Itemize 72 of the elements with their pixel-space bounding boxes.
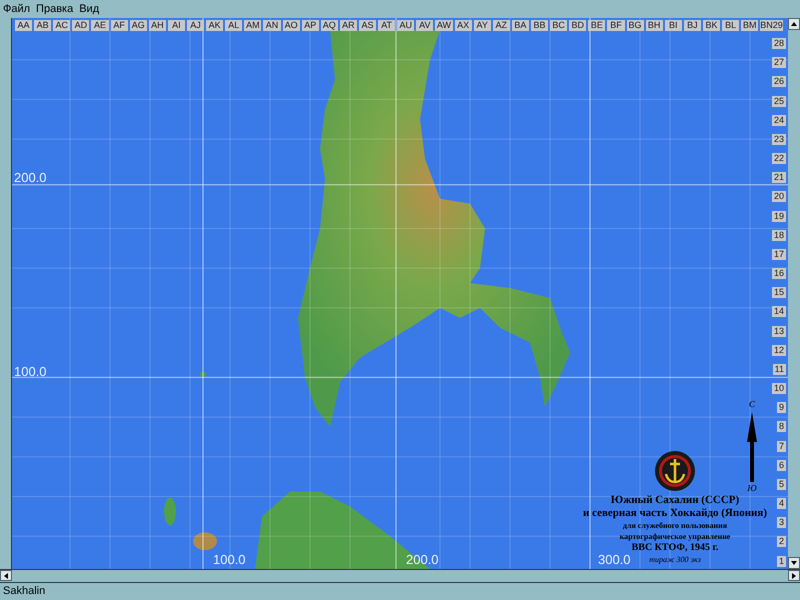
scroll-right-icon[interactable] [788, 570, 800, 581]
scroll-up-icon[interactable] [788, 18, 800, 30]
scroll-down-icon[interactable] [788, 557, 800, 569]
column-label: AA [15, 20, 32, 31]
row-label: 22 [772, 153, 786, 164]
column-label: BC [550, 20, 568, 31]
column-label: BG [626, 20, 644, 31]
column-label: AH [148, 20, 166, 31]
legend-note: картографическое управление [620, 531, 730, 542]
column-label: AJ [186, 20, 204, 31]
row-label: 10 [772, 383, 786, 394]
column-label: AC [53, 20, 70, 31]
legend-title: Южный Сахалин (СССР) [610, 494, 740, 507]
column-label: AZ [492, 20, 510, 31]
row-label: 14 [772, 306, 786, 318]
menu-item[interactable]: Вид [79, 0, 100, 18]
column-label: BM [741, 20, 758, 31]
column-label: AV [416, 20, 434, 31]
column-label: AE [91, 20, 109, 31]
axis-label: 100.0 [14, 363, 47, 381]
column-label: BA [512, 20, 529, 31]
row-label: 15 [772, 287, 786, 298]
row-label: 20 [772, 191, 786, 202]
row-label: 26 [772, 76, 786, 88]
row-label: 21 [772, 172, 786, 184]
column-label: AQ [320, 20, 338, 31]
column-label: BN29 [760, 20, 783, 31]
column-label: BK [702, 20, 720, 31]
column-label: AY [474, 20, 491, 31]
anchor-emblem-icon [654, 450, 696, 492]
column-label: AS [358, 20, 376, 31]
menu-item[interactable]: Файл [3, 0, 30, 18]
column-label: BJ [684, 20, 701, 31]
status-bar: Sakhalin [0, 582, 800, 600]
column-label: BE [588, 20, 606, 31]
axis-label: 200.0 [14, 169, 47, 187]
print-run-note: тираж 300 экз [649, 554, 701, 565]
row-label: 28 [772, 38, 786, 49]
row-label: 27 [772, 57, 786, 68]
column-label: AB [34, 20, 52, 31]
column-label: AU [397, 20, 414, 31]
column-label: AG [130, 20, 147, 31]
north-arrow-icon [747, 412, 757, 482]
column-label: BB [530, 20, 548, 31]
row-label: 16 [772, 268, 786, 280]
axis-label: 300.0 [598, 550, 631, 568]
compass-label: С [748, 398, 755, 411]
scroll-left-icon[interactable] [0, 570, 12, 581]
column-label: AN [263, 20, 281, 31]
legend-note: для служебного пользования [622, 520, 728, 531]
column-label: BL [722, 20, 740, 31]
column-label: AL [225, 20, 242, 31]
column-label: AR [340, 20, 357, 31]
column-label: AT [378, 20, 396, 31]
column-label: BD [569, 20, 586, 31]
column-label: AX [454, 20, 472, 31]
legend-note: ВВС КТОФ, 1945 г. [632, 542, 718, 554]
column-label: AW [435, 20, 453, 31]
column-label: AO [282, 20, 300, 31]
column-label: BH [646, 20, 663, 31]
column-label: AD [72, 20, 90, 31]
legend-title: и северная часть Хоккайдо (Япония) [582, 507, 768, 520]
column-label: AK [206, 20, 224, 31]
menu-item[interactable]: Правка [36, 0, 74, 18]
column-label: BI [664, 20, 682, 31]
column-label: AP [302, 20, 319, 31]
column-label: AI [168, 20, 185, 31]
column-label: BF [607, 20, 624, 31]
compass-label: Ю [747, 482, 757, 494]
axis-label: 100.0 [213, 550, 246, 568]
column-label: AM [244, 20, 262, 31]
column-label: AF [110, 20, 128, 31]
